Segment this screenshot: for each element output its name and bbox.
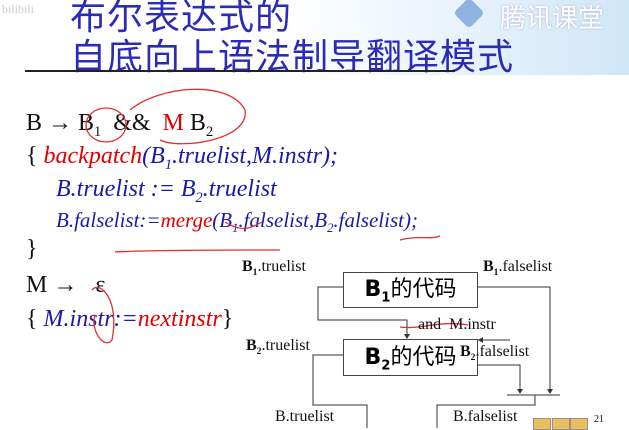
text: 的代码	[390, 277, 457, 302]
page-number: 21	[594, 414, 604, 425]
b-truelist-label: B.truelist	[275, 408, 335, 425]
text: B	[364, 277, 382, 302]
and-minstr-label: and M.instr	[418, 316, 496, 333]
b1-falselist-label: B1.falselist	[483, 258, 552, 278]
text: B	[242, 258, 253, 275]
b1-code-box: B1的代码	[343, 272, 478, 308]
b2-falselist-label: B2.falselist	[460, 343, 529, 363]
text: 的代码	[390, 345, 457, 370]
text: B	[460, 343, 471, 360]
text: .falselist	[498, 258, 553, 275]
text: .truelist	[257, 258, 306, 275]
nav-next-button[interactable]	[570, 418, 588, 430]
text: .falselist	[475, 343, 530, 360]
diagram-arrows	[85, 88, 560, 428]
nav-play-button[interactable]	[552, 418, 570, 430]
nav-prev-button[interactable]	[533, 418, 551, 430]
text: .truelist	[261, 337, 310, 354]
b2-truelist-label: B2.truelist	[246, 337, 310, 357]
text: B	[364, 345, 382, 370]
text: B	[246, 337, 257, 354]
b1-truelist-label: B1.truelist	[242, 258, 306, 278]
text: B	[483, 258, 494, 275]
b-falselist-label: B.falselist	[453, 408, 518, 425]
b2-code-box: B2的代码	[343, 339, 478, 376]
